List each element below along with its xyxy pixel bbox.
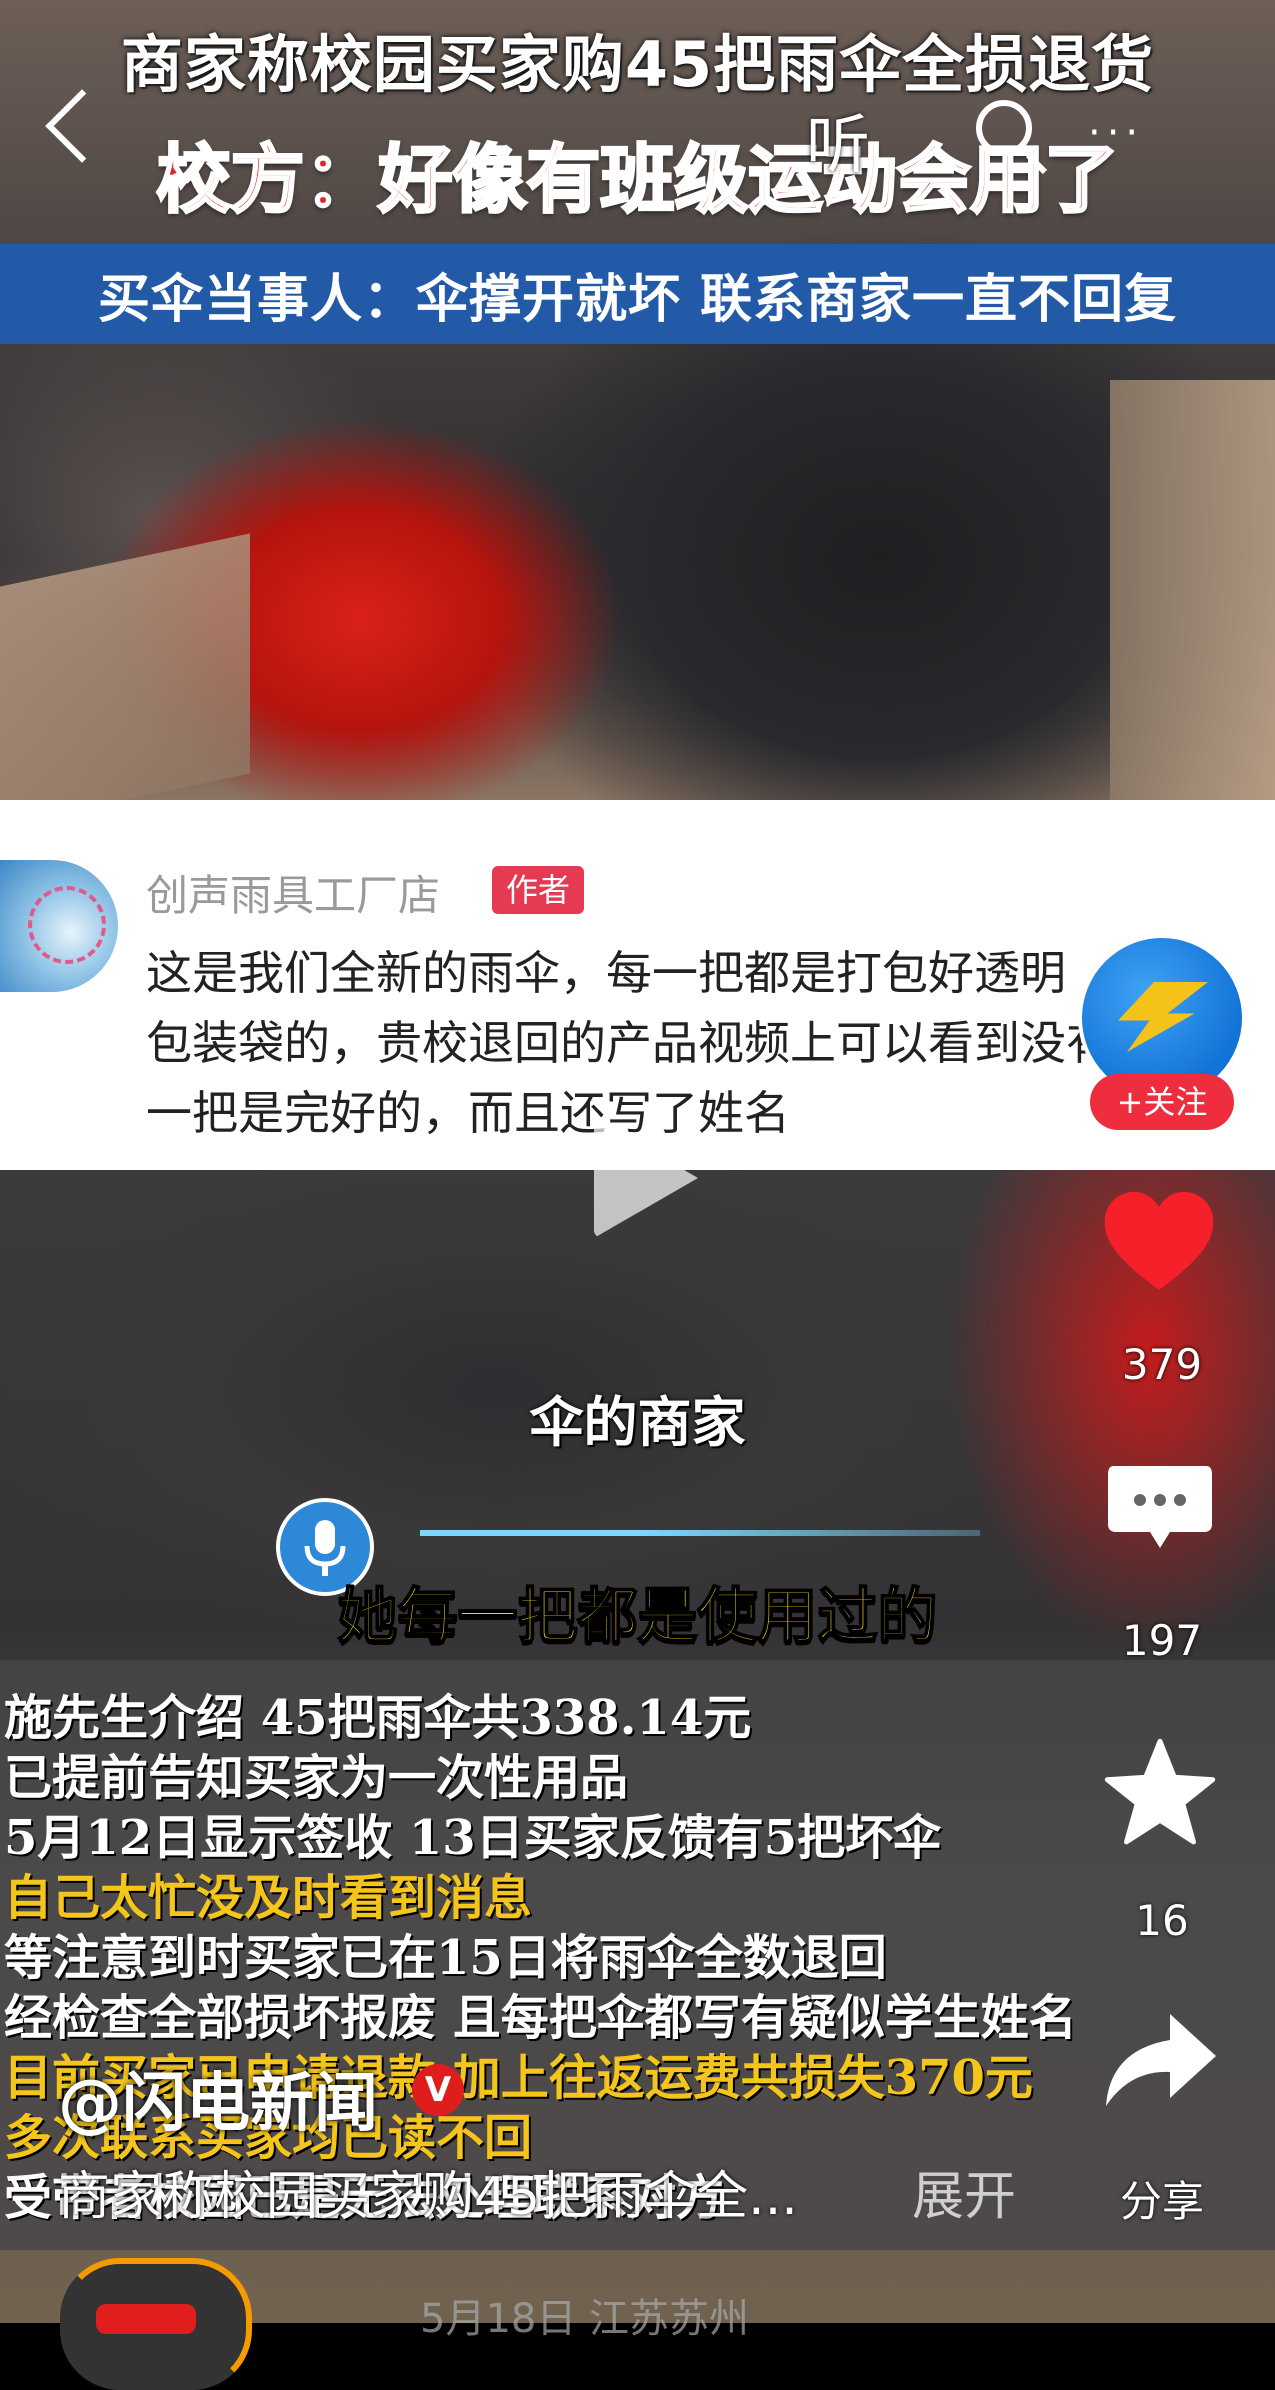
news-info-line: 施先生介绍 45把雨伞共338.14元 — [4, 1690, 752, 1746]
lightning-logo — [1118, 982, 1208, 1052]
shop-name[interactable]: 创声雨具工厂店 — [146, 862, 440, 923]
audio-waveform — [420, 1530, 980, 1536]
subtitle-caption: 伞的商家 — [529, 1391, 746, 1454]
news-info-line: 5月12日显示签收 13日买家反馈有5把坏伞 — [4, 1810, 942, 1866]
star-icon[interactable] — [1100, 1734, 1220, 1854]
cardboard-box-edge — [1110, 380, 1275, 800]
favorite-count: 16 — [1135, 1896, 1189, 1945]
video-description[interactable]: 商家称校园买家购45把雨伞全... — [58, 2154, 798, 2229]
video-headline: 商家称校园买家购45把雨伞全损退货 — [120, 28, 1155, 101]
news-info-line: 等注意到时买家已在15日将雨伞全数退回 — [4, 1930, 887, 1986]
comment-icon[interactable] — [1104, 1462, 1216, 1554]
news-info-line: 已提前告知买家为一次性用品 — [4, 1750, 629, 1806]
author-badge: 作者 — [492, 866, 585, 914]
more-icon[interactable]: ··· — [1088, 110, 1144, 156]
share-icon[interactable] — [1100, 2006, 1220, 2116]
follow-button[interactable]: +关注 — [1090, 1074, 1234, 1130]
video-subheadline: 校方：好像有班级运动会用了 — [155, 136, 1120, 225]
like-count: 379 — [1121, 1340, 1203, 1389]
cardboard-box — [0, 533, 250, 827]
author-handle[interactable]: @闪电新闻 — [58, 2052, 378, 2144]
expand-link[interactable]: 展开 — [912, 2154, 1016, 2229]
listen-button[interactable]: 听 — [806, 94, 870, 186]
news-info-line: 自己太忙没及时看到消息 — [4, 1870, 533, 1926]
ferris-wheel-graphic — [28, 886, 106, 964]
play-icon[interactable] — [594, 1118, 698, 1238]
location-text: 5月18日 江苏苏州 — [420, 2296, 750, 2342]
video-banner: 买伞当事人：伞撑开就坏 联系商家一直不回复 — [0, 244, 1275, 344]
comment-count: 197 — [1121, 1616, 1203, 1665]
verified-icon: V — [412, 2064, 464, 2116]
share-label[interactable]: 分享 — [1082, 2168, 1242, 2229]
heart-icon[interactable] — [1100, 1186, 1218, 1304]
music-icon — [96, 2304, 196, 2334]
search-icon[interactable] — [976, 100, 1048, 175]
news-info-line: 经检查全部损坏报废 且每把伞都写有疑似学生姓名 — [4, 1990, 1077, 2046]
